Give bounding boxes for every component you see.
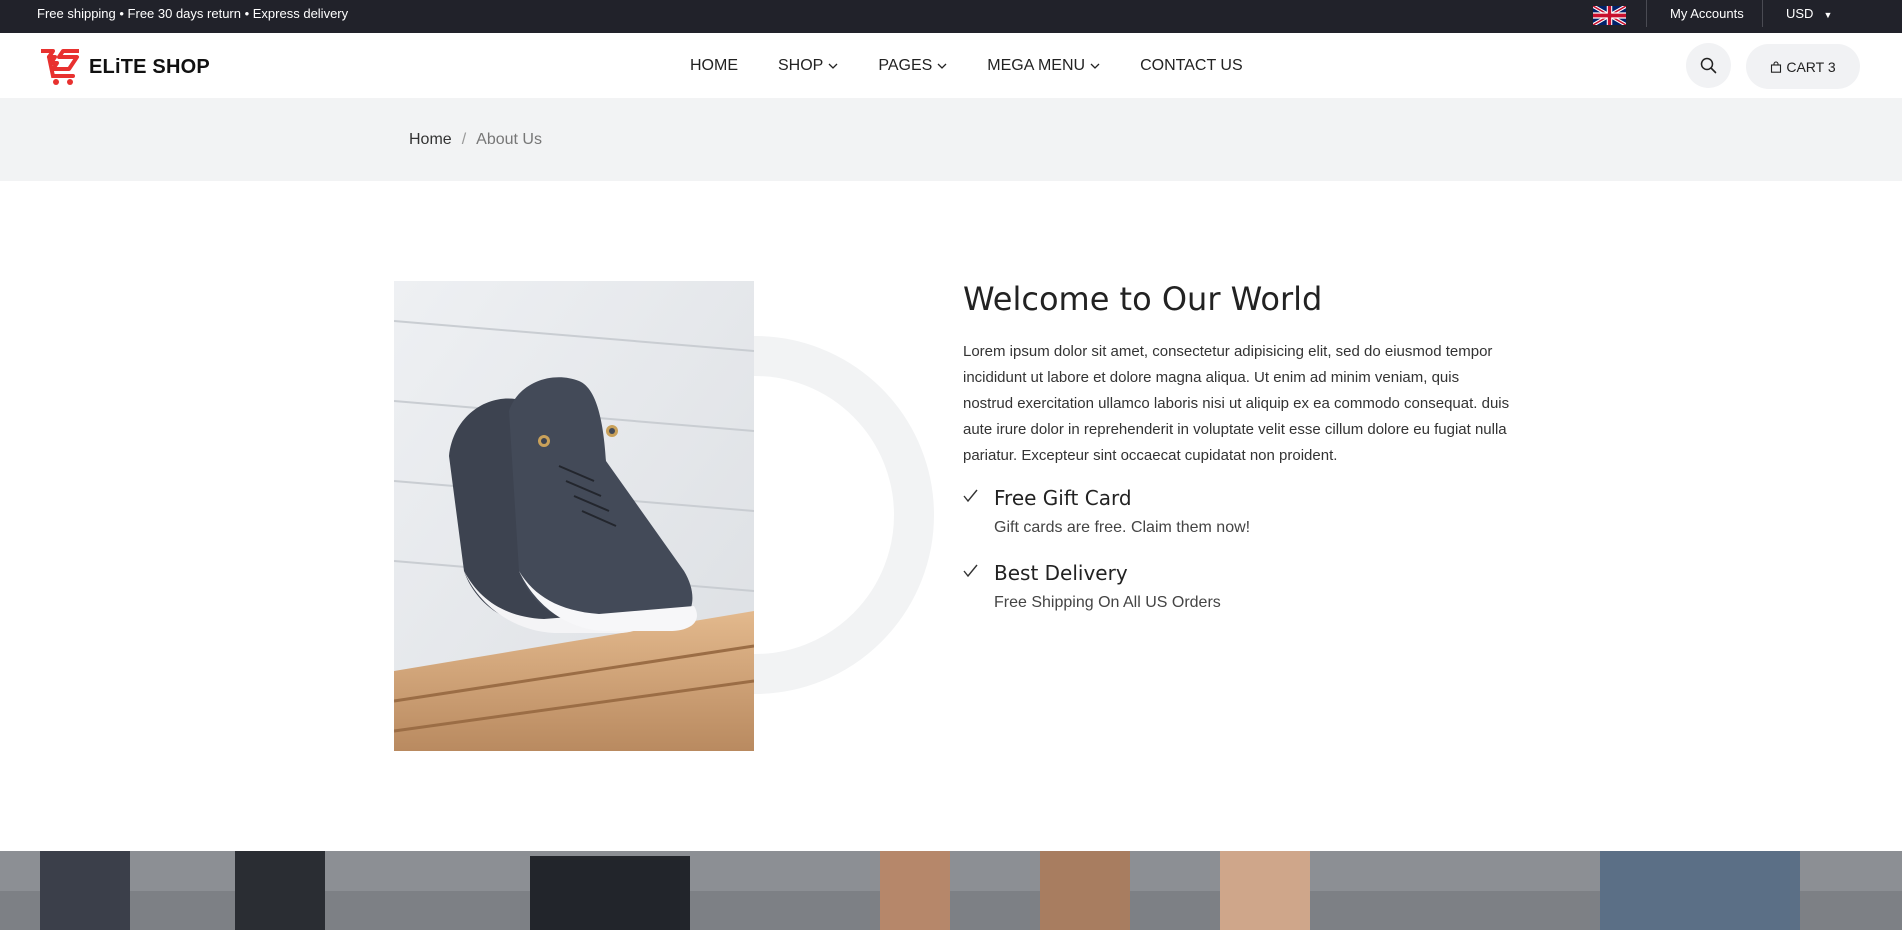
promo-text: Free shipping • Free 30 days return • Ex… [37,6,349,21]
cart-logo-icon [41,49,79,85]
nav-shop-label: SHOP [778,56,824,74]
breadcrumb-separator: / [461,131,467,148]
cart-button[interactable]: CART 3 [1746,44,1860,89]
chevron-down-icon: ▼ [1823,10,1833,20]
section-description: Lorem ipsum dolor sit amet, consectetur … [963,343,1510,464]
logo-text: ELiTE SHOP [89,55,210,78]
nav-mega-menu[interactable]: MEGA MENU [987,57,1100,75]
nav-mega-menu-label: MEGA MENU [987,56,1086,74]
sneakers-photo [394,281,754,751]
nav-contact-us-label: CONTACT US [1140,56,1243,74]
my-accounts-link[interactable]: My Accounts [1670,0,1744,28]
topbar-divider [1646,0,1647,27]
search-button[interactable] [1686,43,1731,88]
nav-home[interactable]: HOME [690,57,738,75]
breadcrumb-current: About Us [476,131,542,148]
feature-title: Best Delivery [994,561,1128,585]
feature-item: Best Delivery Free Shipping On All US Or… [963,560,1513,614]
main-header: ELiTE SHOP HOME SHOP PAGES MEGA MENU CON… [0,33,1902,98]
feature-item: Free Gift Card Gift cards are free. Clai… [963,485,1513,539]
main-nav: HOME SHOP PAGES MEGA MENU CONTACT US [690,33,1243,98]
breadcrumb-home-link[interactable]: Home [409,131,452,148]
logo[interactable]: ELiTE SHOP [39,48,210,86]
cart-label: CART 3 [1786,58,1836,75]
nav-shop[interactable]: SHOP [778,57,838,75]
nav-home-label: HOME [690,56,738,74]
search-icon [1700,57,1717,74]
nav-pages[interactable]: PAGES [878,57,947,75]
feature-description: Free Shipping On All US Orders [994,594,1221,611]
about-content: Welcome to Our World Lorem ipsum dolor s… [963,276,1513,614]
feature-description: Gift cards are free. Claim them now! [994,519,1251,536]
uk-flag-icon[interactable] [1592,4,1627,27]
check-icon [963,489,978,503]
topbar-divider [1762,0,1763,27]
chevron-down-icon [828,63,838,69]
chevron-down-icon [1090,63,1100,69]
top-bar: Free shipping • Free 30 days return • Ex… [0,0,1902,33]
nav-pages-label: PAGES [878,56,933,74]
chevron-down-icon [937,63,947,69]
nav-contact-us[interactable]: CONTACT US [1140,57,1243,75]
section-title: Welcome to Our World [963,280,1323,318]
currency-selector[interactable]: USD ▼ [1786,0,1832,29]
feature-title: Free Gift Card [994,486,1132,510]
bag-icon [1771,60,1782,73]
feet-banner-image [0,851,1902,930]
check-icon [963,564,978,578]
breadcrumb: Home / About Us [0,98,1902,181]
currency-label: USD [1786,6,1814,21]
